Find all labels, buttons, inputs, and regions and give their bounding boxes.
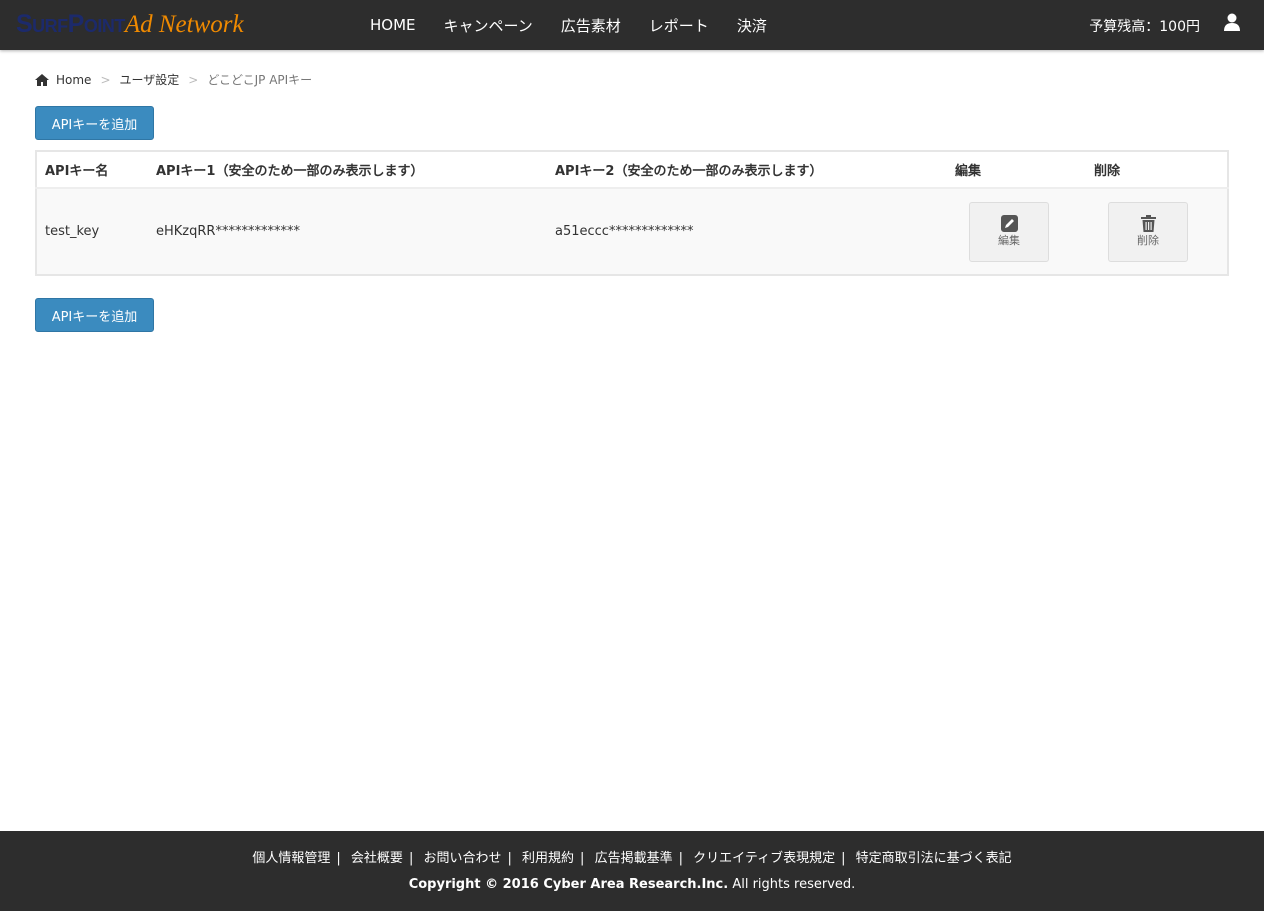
footer-link-terms[interactable]: 利用規約: [522, 851, 574, 866]
api-key-table: APIキー名 APIキー1（安全のため一部のみ表示します） APIキー2（安全の…: [35, 150, 1229, 276]
header-key2: APIキー2（安全のため一部のみ表示します）: [547, 151, 947, 189]
edit-icon: [1000, 215, 1018, 232]
top-navbar: SurfPoint Ad Network HOME キャンペーン 広告素材 レポー…: [0, 0, 1264, 50]
table-row: test_key eHKzqRR************* a51eccc***…: [36, 188, 1228, 275]
logo[interactable]: SurfPoint Ad Network: [16, 6, 244, 42]
user-icon[interactable]: [1224, 13, 1240, 31]
nav-home[interactable]: HOME: [356, 16, 430, 34]
add-api-key-button-bottom[interactable]: APIキーを追加: [35, 298, 154, 332]
footer-link-ad-standards[interactable]: 広告掲載基準: [595, 851, 673, 866]
main-menu: HOME キャンペーン 広告素材 レポート 決済: [356, 0, 781, 50]
footer-link-tokushoho[interactable]: 特定商取引法に基づく表記: [856, 851, 1012, 866]
add-api-key-button-top[interactable]: APIキーを追加: [35, 106, 154, 140]
breadcrumb-home[interactable]: Home: [56, 73, 91, 87]
edit-button[interactable]: 編集: [969, 201, 1049, 262]
breadcrumb-separator: >: [100, 72, 111, 87]
nav-report[interactable]: レポート: [635, 15, 723, 36]
nav-creatives[interactable]: 広告素材: [547, 15, 635, 36]
key2-value: a51eccc*************: [547, 188, 947, 275]
header-edit: 編集: [947, 151, 1086, 189]
copyright: Copyright © 2016 Cyber Area Research.Inc…: [408, 877, 856, 892]
breadcrumb: Home > ユーザ設定 > どこどこJP APIキー: [35, 71, 312, 88]
footer-link-creative-rules[interactable]: クリエイティブ表現規定: [693, 851, 835, 866]
nav-payment[interactable]: 決済: [723, 15, 781, 36]
header-delete: 削除: [1086, 151, 1228, 189]
budget-balance[interactable]: 予算残高：100円: [1089, 16, 1200, 36]
footer-link-contact[interactable]: お問い合わせ: [423, 851, 501, 866]
footer-links: 個人情報管理 | 会社概要 | お問い合わせ | 利用規約 | 広告掲載基準 | クリエイ…: [252, 851, 1012, 866]
footer: 個人情報管理 | 会社概要 | お問い合わせ | 利用規約 | 広告掲載基準 | クリエイ…: [0, 831, 1264, 911]
header-key-name: APIキー名: [36, 151, 148, 189]
footer-link-company[interactable]: 会社概要: [351, 851, 403, 866]
home-icon: [35, 73, 49, 86]
breadcrumb-current: どこどこJP APIキー: [207, 73, 313, 87]
key1-value: eHKzqRR*************: [148, 188, 547, 275]
nav-campaign[interactable]: キャンペーン: [430, 15, 547, 36]
header-key1: APIキー1（安全のため一部のみ表示します）: [148, 151, 547, 189]
footer-link-privacy[interactable]: 個人情報管理: [252, 851, 330, 866]
delete-button[interactable]: 削除: [1108, 201, 1188, 262]
breadcrumb-user-settings[interactable]: ユーザ設定: [120, 71, 180, 88]
key-name: test_key: [36, 188, 148, 275]
breadcrumb-separator: >: [188, 72, 199, 87]
trash-icon: [1140, 215, 1156, 232]
